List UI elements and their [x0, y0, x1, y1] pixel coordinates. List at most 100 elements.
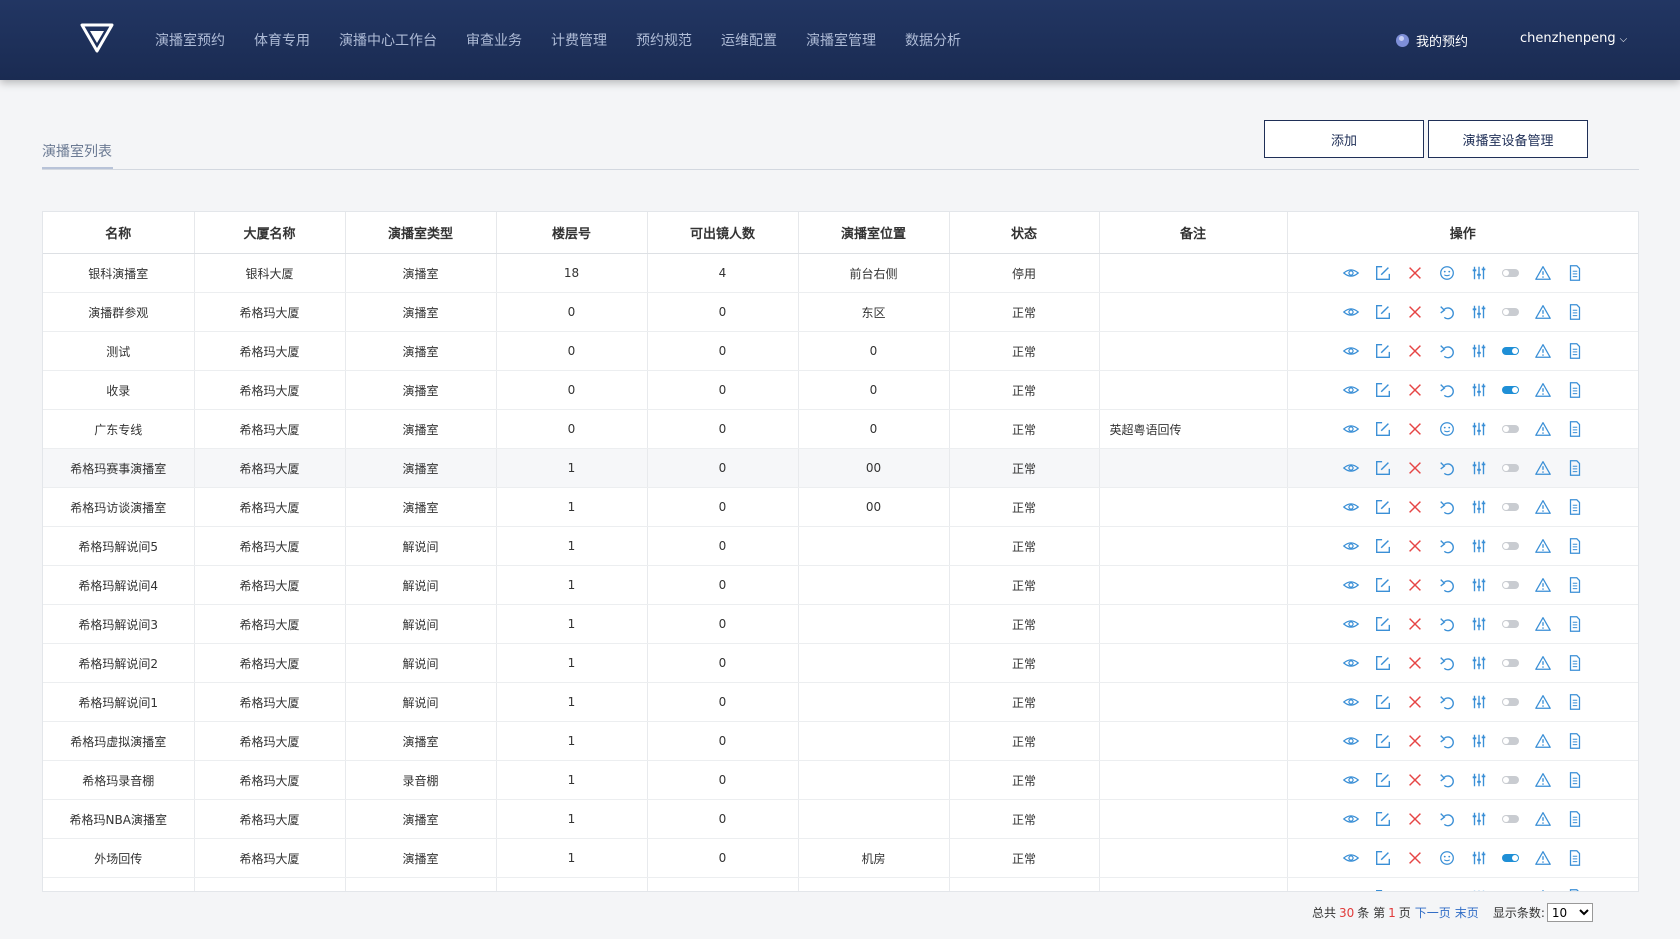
undo-icon[interactable]	[1431, 770, 1463, 790]
toggle-switch[interactable]	[1495, 770, 1527, 790]
smile-icon[interactable]	[1431, 848, 1463, 868]
device-management-button[interactable]: 演播室设备管理	[1428, 120, 1588, 158]
document-icon[interactable]	[1559, 809, 1591, 829]
edit-icon[interactable]	[1367, 770, 1399, 790]
toggle-switch[interactable]	[1495, 263, 1527, 283]
warning-icon[interactable]	[1527, 614, 1559, 634]
document-icon[interactable]	[1559, 419, 1591, 439]
warning-icon[interactable]	[1527, 497, 1559, 517]
document-icon[interactable]	[1559, 458, 1591, 478]
edit-icon[interactable]	[1367, 692, 1399, 712]
sliders-icon[interactable]	[1463, 614, 1495, 634]
edit-icon[interactable]	[1367, 497, 1399, 517]
document-icon[interactable]	[1559, 302, 1591, 322]
warning-icon[interactable]	[1527, 692, 1559, 712]
nav-item-1[interactable]: 演播室预约	[155, 30, 225, 50]
eye-icon[interactable]	[1335, 458, 1367, 478]
close-icon[interactable]	[1399, 458, 1431, 478]
sliders-icon[interactable]	[1463, 263, 1495, 283]
close-icon[interactable]	[1399, 380, 1431, 400]
edit-icon[interactable]	[1367, 848, 1399, 868]
sliders-icon[interactable]	[1463, 419, 1495, 439]
nav-item-6[interactable]: 预约规范	[636, 30, 692, 50]
document-icon[interactable]	[1559, 887, 1591, 891]
nav-item-5[interactable]: 计费管理	[551, 30, 607, 50]
document-icon[interactable]	[1559, 770, 1591, 790]
eye-icon[interactable]	[1335, 419, 1367, 439]
undo-icon[interactable]	[1431, 809, 1463, 829]
page-size-select[interactable]: 10	[1546, 903, 1593, 922]
edit-icon[interactable]	[1367, 731, 1399, 751]
eye-icon[interactable]	[1335, 263, 1367, 283]
warning-icon[interactable]	[1527, 419, 1559, 439]
document-icon[interactable]	[1559, 497, 1591, 517]
nav-item-7[interactable]: 运维配置	[721, 30, 777, 50]
edit-icon[interactable]	[1367, 536, 1399, 556]
undo-icon[interactable]	[1431, 341, 1463, 361]
user-menu[interactable]: chenzhenpeng ⌵	[1520, 31, 1627, 46]
close-icon[interactable]	[1399, 536, 1431, 556]
document-icon[interactable]	[1559, 536, 1591, 556]
sliders-icon[interactable]	[1463, 887, 1495, 891]
document-icon[interactable]	[1559, 692, 1591, 712]
warning-icon[interactable]	[1527, 263, 1559, 283]
undo-icon[interactable]	[1431, 536, 1463, 556]
toggle-switch[interactable]	[1495, 341, 1527, 361]
undo-icon[interactable]	[1431, 614, 1463, 634]
sliders-icon[interactable]	[1463, 731, 1495, 751]
eye-icon[interactable]	[1335, 653, 1367, 673]
document-icon[interactable]	[1559, 731, 1591, 751]
eye-icon[interactable]	[1335, 380, 1367, 400]
close-icon[interactable]	[1399, 653, 1431, 673]
eye-icon[interactable]	[1335, 887, 1367, 891]
edit-icon[interactable]	[1367, 380, 1399, 400]
close-icon[interactable]	[1399, 575, 1431, 595]
toggle-switch[interactable]	[1495, 809, 1527, 829]
eye-icon[interactable]	[1335, 536, 1367, 556]
edit-icon[interactable]	[1367, 653, 1399, 673]
warning-icon[interactable]	[1527, 653, 1559, 673]
sliders-icon[interactable]	[1463, 380, 1495, 400]
close-icon[interactable]	[1399, 614, 1431, 634]
sliders-icon[interactable]	[1463, 497, 1495, 517]
eye-icon[interactable]	[1335, 770, 1367, 790]
undo-icon[interactable]	[1431, 380, 1463, 400]
toggle-switch[interactable]	[1495, 731, 1527, 751]
edit-icon[interactable]	[1367, 809, 1399, 829]
edit-icon[interactable]	[1367, 419, 1399, 439]
smile-icon[interactable]	[1431, 419, 1463, 439]
undo-icon[interactable]	[1431, 302, 1463, 322]
warning-icon[interactable]	[1527, 887, 1559, 891]
eye-icon[interactable]	[1335, 731, 1367, 751]
close-icon[interactable]	[1399, 692, 1431, 712]
edit-icon[interactable]	[1367, 302, 1399, 322]
toggle-switch[interactable]	[1495, 614, 1527, 634]
warning-icon[interactable]	[1527, 770, 1559, 790]
my-booking-link[interactable]: 我的预约	[1396, 31, 1468, 50]
close-icon[interactable]	[1399, 341, 1431, 361]
eye-icon[interactable]	[1335, 848, 1367, 868]
document-icon[interactable]	[1559, 575, 1591, 595]
close-icon[interactable]	[1399, 263, 1431, 283]
warning-icon[interactable]	[1527, 809, 1559, 829]
warning-icon[interactable]	[1527, 458, 1559, 478]
sliders-icon[interactable]	[1463, 458, 1495, 478]
warning-icon[interactable]	[1527, 341, 1559, 361]
eye-icon[interactable]	[1335, 614, 1367, 634]
undo-icon[interactable]	[1431, 458, 1463, 478]
undo-icon[interactable]	[1431, 731, 1463, 751]
toggle-switch[interactable]	[1495, 887, 1527, 891]
toggle-switch[interactable]	[1495, 536, 1527, 556]
undo-icon[interactable]	[1431, 887, 1463, 891]
sliders-icon[interactable]	[1463, 536, 1495, 556]
toggle-switch[interactable]	[1495, 302, 1527, 322]
sliders-icon[interactable]	[1463, 575, 1495, 595]
edit-icon[interactable]	[1367, 887, 1399, 891]
document-icon[interactable]	[1559, 614, 1591, 634]
nav-item-8[interactable]: 演播室管理	[806, 30, 876, 50]
document-icon[interactable]	[1559, 653, 1591, 673]
close-icon[interactable]	[1399, 419, 1431, 439]
toggle-switch[interactable]	[1495, 575, 1527, 595]
warning-icon[interactable]	[1527, 536, 1559, 556]
sliders-icon[interactable]	[1463, 848, 1495, 868]
